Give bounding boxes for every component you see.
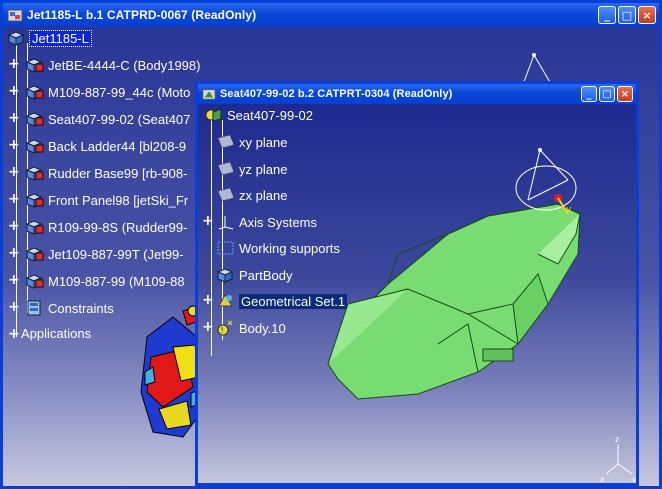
part-icon [205,108,222,122]
seat-part-model[interactable] [318,194,588,404]
expand-icon[interactable]: + [8,246,20,260]
tree-item-constraints[interactable]: + Constraints [7,299,114,317]
maximize-button[interactable]: □ [618,6,636,24]
part-tree-item[interactable]: + Geometrical Set.1 [202,292,348,310]
part-item-label: Working supports [239,240,340,256]
applications-label: Applications [21,326,92,341]
part-tree-item[interactable]: +! Body.10 [202,319,286,337]
expand-icon[interactable]: + [202,293,214,307]
part-tree-root[interactable]: Seat407-99-02 [204,106,313,124]
component-icon [25,220,44,235]
part-compass-widget[interactable]: y [508,140,588,220]
minimize-button[interactable]: _ [581,86,597,102]
expand-icon[interactable]: + [8,219,20,233]
component-label: Seat407-99-02 (Seat407 [48,111,191,127]
expand-icon[interactable]: + [8,192,20,206]
part-item-label: zx plane [239,187,288,203]
product-icon [7,31,25,46]
close-button[interactable]: × [638,6,656,24]
expand-icon[interactable]: + [8,84,20,98]
close-button[interactable]: × [617,86,633,102]
maximize-button[interactable]: □ [599,86,615,102]
axis-x-label: x [600,475,605,483]
constraints-label: Constraints [48,300,114,316]
expand-icon[interactable]: + [8,327,20,341]
part-window-titlebar[interactable]: Seat407-99-02 b.2 CATPRT-0304 (ReadOnly)… [198,84,636,104]
component-icon [25,85,44,100]
catia-part-icon [202,89,216,100]
tree-item-applications[interactable]: + Applications [7,326,91,341]
component-icon [25,274,44,289]
component-label: Front Panel98 [jetSki_Fr [48,192,189,208]
component-label: Back Ladder44 [bl208-9 [48,138,187,154]
tree-item-component[interactable]: + R109-99-8S (Rudder99- [7,218,187,236]
supports-icon [217,241,234,255]
part-item-label: Body.10 [239,320,286,336]
product-window-title: Jet1185-L b.1 CATPRD-0067 (ReadOnly) [27,8,257,22]
part-item-label: xy plane [239,134,288,150]
part-tree-item[interactable]: Working supports [204,239,340,257]
component-icon [25,247,44,262]
axis-y-label: y [632,475,636,483]
part-tree-item[interactable]: yz plane [204,160,287,178]
tree-item-component[interactable]: + JetBE-4444-C (Body1998) [7,56,200,74]
component-label: Rudder Base99 [rb-908- [48,165,188,181]
component-icon [25,58,44,73]
expand-icon[interactable]: + [202,320,214,334]
part-3d-viewport[interactable]: y z y x Seat407-99-02 xy plane yz plane … [198,104,636,483]
geoset-icon [218,294,233,307]
component-label: M109-887-99_44c (Moto [48,84,191,100]
axis-icon [218,216,234,230]
body10-icon: ! [217,320,233,336]
component-label: Jet109-887-99T (Jet99- [48,246,184,262]
part-window-title: Seat407-99-02 b.2 CATPRT-0304 (ReadOnly) [220,88,453,100]
part-root-label: Seat407-99-02 [227,107,314,123]
product-window[interactable]: Jet1185-L b.1 CATPRD-0067 (ReadOnly) _ □… [0,0,662,489]
expand-icon[interactable]: + [202,214,214,228]
part-tree-item[interactable]: zx plane [204,186,287,204]
expand-icon[interactable]: + [8,138,20,152]
plane-icon [217,134,235,149]
expand-icon[interactable]: + [8,57,20,71]
tree-item-component[interactable]: + Back Ladder44 [bl208-9 [7,137,186,155]
part-item-label: Geometrical Set.1 [239,293,348,309]
svg-text:!: ! [221,326,223,335]
part-tree-item[interactable]: PartBody [204,266,292,284]
tree-root-product[interactable]: Jet1185-L [7,29,92,47]
component-icon [25,193,44,208]
expand-icon[interactable]: + [8,300,20,314]
part-tree-item[interactable]: + Axis Systems [202,213,318,231]
tree-item-component[interactable]: + M109-887-99_44c (Moto [7,83,190,101]
component-label: JetBE-4444-C (Body1998) [48,57,201,73]
component-icon [25,139,44,154]
expand-icon[interactable]: + [8,273,20,287]
tree-item-component[interactable]: + Seat407-99-02 (Seat407 [7,110,190,128]
root-label: Jet1185-L [29,29,92,47]
component-label: R109-99-8S (Rudder99- [48,219,188,235]
component-icon [25,112,44,127]
body-icon [216,268,234,283]
component-label: M109-887-99 (M109-88 [48,273,185,289]
plane-icon [217,187,235,202]
tree-item-component[interactable]: + Jet109-887-99T (Jet99- [7,245,184,263]
plane-icon [217,161,235,176]
tree-item-component[interactable]: + Rudder Base99 [rb-908- [7,164,187,182]
product-window-titlebar[interactable]: Jet1185-L b.1 CATPRD-0067 (ReadOnly) _ □… [3,3,659,27]
svg-text:y: y [566,205,572,215]
part-window[interactable]: Seat407-99-02 b.2 CATPRT-0304 (ReadOnly)… [195,81,639,486]
axis-z-label: z [615,435,619,444]
minimize-button[interactable]: _ [598,6,616,24]
tree-item-component[interactable]: + M109-887-99 (M109-88 [7,272,185,290]
constraints-icon [27,300,41,316]
part-item-label: Axis Systems [239,214,318,230]
expand-icon[interactable]: + [8,165,20,179]
part-tree-item[interactable]: xy plane [204,133,287,151]
catia-product-icon [7,9,23,22]
tree-item-component[interactable]: + Front Panel98 [jetSki_Fr [7,191,188,209]
axis-triad: z y x [600,435,636,483]
part-item-label: yz plane [239,161,288,177]
expand-icon[interactable]: + [8,111,20,125]
part-item-label: PartBody [239,267,293,283]
component-icon [25,166,44,181]
